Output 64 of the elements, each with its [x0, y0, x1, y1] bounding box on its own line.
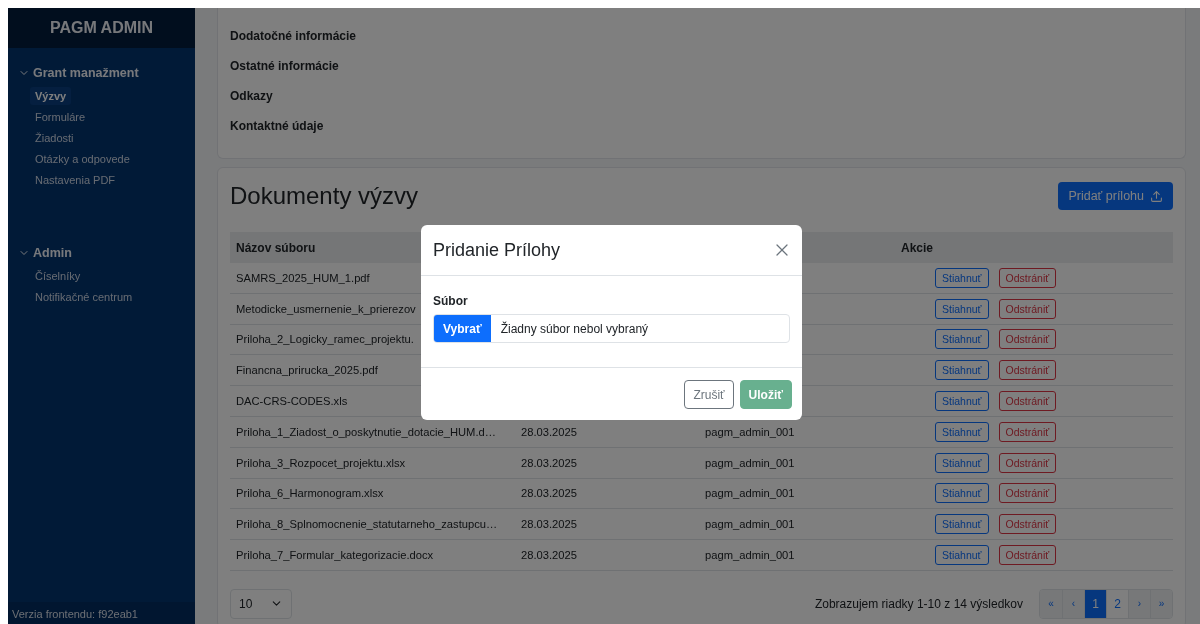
sidebar-item[interactable]: Číselníky [30, 267, 86, 285]
delete-button[interactable]: Odstrániť [998, 514, 1057, 535]
sidebar-item[interactable]: Výzvy [30, 87, 72, 105]
download-button[interactable]: Stiahnuť [935, 452, 989, 473]
results-summary: Zobrazujem riadky 1-10 z 14 výsledkov [814, 596, 1023, 611]
cancel-button[interactable]: Zrušiť [684, 380, 734, 409]
add-attachment-button[interactable]: Pridať prílohu [1058, 182, 1173, 210]
upload-icon [1150, 189, 1163, 203]
section-title: Dokumenty výzvy [230, 182, 419, 210]
column-header: Názov súboru [236, 240, 316, 255]
delete-button[interactable]: Odstrániť [998, 391, 1057, 412]
table-cell: Priloha_3_Rozpocet_projektu.xlsx [230, 447, 515, 479]
table-cell: pagm_admin_001 [705, 540, 895, 571]
column-header: Akcie [901, 240, 934, 255]
download-button[interactable]: Stiahnuť [935, 483, 989, 504]
modal-title: Pridanie Prílohy [433, 239, 561, 261]
download-button[interactable]: Stiahnuť [935, 298, 989, 319]
delete-button[interactable]: Odstrániť [998, 267, 1057, 288]
delete-button[interactable]: Odstrániť [998, 452, 1057, 473]
download-button[interactable]: Stiahnuť [935, 360, 989, 381]
sidebar-group[interactable]: Grant manažment [8, 62, 195, 84]
delete-button[interactable]: Odstrániť [998, 483, 1057, 504]
download-button[interactable]: Stiahnuť [935, 329, 989, 350]
section-heading[interactable]: Dodatočné informácie [230, 29, 1173, 46]
page-button[interactable]: › [1128, 589, 1150, 618]
section-heading[interactable]: Kontaktné údaje [230, 119, 1173, 136]
delete-button[interactable]: Odstrániť [998, 360, 1057, 381]
sidebar-item[interactable]: Žiadosti [30, 129, 79, 147]
field-label: Súbor [433, 294, 469, 308]
page-button[interactable]: » [1150, 589, 1172, 618]
sidebar-item[interactable]: Formuláre [30, 108, 91, 126]
sidebar-item[interactable]: Nastavenia PDF [30, 171, 121, 189]
delete-button[interactable]: Odstrániť [998, 421, 1057, 442]
table-cell: pagm_admin_001 [705, 447, 895, 479]
delete-button[interactable]: Odstrániť [998, 298, 1057, 319]
page-button[interactable]: 1 [1084, 589, 1106, 618]
table-cell: pagm_admin_001 [705, 509, 895, 541]
download-button[interactable]: Stiahnuť [935, 421, 989, 442]
table-cell: 28.03.2025 [515, 447, 705, 479]
page-button[interactable]: ‹ [1062, 589, 1084, 618]
download-button[interactable]: Stiahnuť [935, 391, 989, 412]
table-cell: Priloha_7_Formular_kategorizacie.docx [230, 540, 515, 571]
table-cell: 28.03.2025 [515, 540, 705, 571]
version-text: Verzia frontendu: f92eab1 [8, 602, 195, 624]
sidebar-item[interactable]: Otázky a odpovede [30, 150, 135, 168]
sidebar-group[interactable]: Admin [8, 242, 195, 264]
download-button[interactable]: Stiahnuť [935, 514, 989, 535]
table-cell: 28.03.2025 [515, 478, 705, 510]
sidebar-item[interactable]: Notifikačné centrum [30, 288, 138, 306]
delete-button[interactable]: Odstrániť [998, 329, 1057, 350]
browse-button[interactable]: Vybrať [434, 315, 491, 342]
section-heading[interactable]: Ostatné informácie [230, 59, 1173, 76]
file-input[interactable]: Vybrať Žiadny súbor nebol vybraný [433, 314, 790, 343]
page-button[interactable]: « [1040, 589, 1062, 618]
brand-title: PAGM ADMIN [8, 8, 195, 48]
table-cell: Priloha_8_Splnomocnenie_statutarneho_zastupcu… [230, 509, 515, 541]
delete-button[interactable]: Odstrániť [998, 545, 1057, 566]
table-cell: 28.03.2025 [515, 509, 705, 541]
page-size-select[interactable]: 10 [230, 588, 292, 619]
download-button[interactable]: Stiahnuť [935, 267, 989, 288]
section-heading[interactable]: Odkazy [230, 89, 1173, 106]
table-cell: pagm_admin_001 [705, 478, 895, 510]
table-cell: Priloha_6_Harmonogram.xlsx [230, 478, 515, 510]
download-button[interactable]: Stiahnuť [935, 545, 989, 566]
